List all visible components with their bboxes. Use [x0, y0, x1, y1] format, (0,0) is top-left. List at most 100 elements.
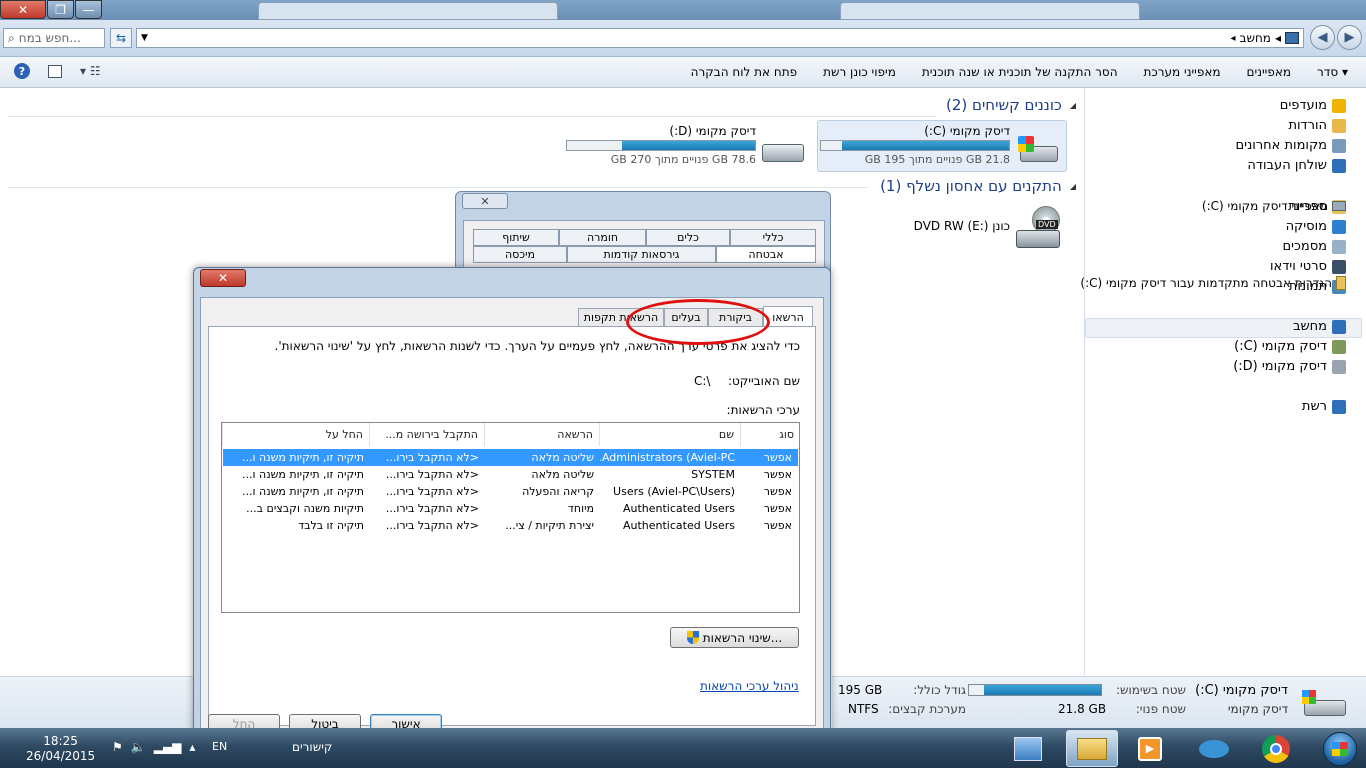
props-tab-tools[interactable]: כלים [646, 229, 730, 246]
window-title-bar [0, 0, 1366, 20]
search-icon: ⌕ [8, 30, 15, 45]
props-tab-general[interactable]: כללי [730, 229, 816, 246]
cmd-organize[interactable]: סדר ▾ [1317, 65, 1348, 79]
table-row[interactable]: אפשר Administrators (Aviel-PC... שליטה מלא… [223, 449, 798, 466]
taskbar-explorer[interactable] [1066, 730, 1118, 767]
group-hard-drives[interactable]: ◢ כוננים קשיחים (2) [946, 96, 1076, 114]
taskbar-fish-app[interactable] [1188, 730, 1240, 767]
props-tab-hardware[interactable]: חומרה [559, 229, 646, 246]
sidebar-item[interactable]: דיסק מקומי (D:) [1233, 359, 1346, 374]
language-indicator[interactable]: EN [212, 740, 227, 753]
view-options-icon[interactable]: ▾ ☷ [80, 64, 101, 78]
sidebar-item[interactable]: רשת [1302, 399, 1346, 414]
table-cell: שליטה מלאה [531, 468, 594, 481]
refresh-button[interactable]: ⇆ [110, 28, 132, 48]
manage-permissions-link[interactable]: ניהול ערכי הרשאות [700, 679, 799, 693]
details-usage-fill [983, 685, 1101, 695]
props-tab-sharing[interactable]: שיתוף [473, 229, 559, 246]
object-name-label: שם האובייקט: [727, 374, 800, 388]
help-icon[interactable]: ? [14, 63, 30, 79]
taskbar-control-panel[interactable] [1002, 730, 1054, 767]
change-permissions-button[interactable]: שינוי הרשאות... [670, 627, 799, 648]
sidebar-item[interactable]: מסמכים [1282, 239, 1346, 254]
maximize-window-button[interactable]: ❐ [47, 0, 74, 19]
background-tab [840, 2, 1140, 20]
table-row[interactable]: אפשר Users (Aviel-PC\Users) קריאה והפעלה <ל… [223, 483, 798, 500]
change-permissions-label: שינוי הרשאות... [702, 630, 783, 645]
permission-entries-list[interactable]: סוג שם הרשאה התקבל בירושה מ... החל על אפ… [221, 422, 800, 613]
clock[interactable]: 18:25 26/04/2015 [26, 734, 95, 764]
address-input[interactable]: ▼ ◂ מחשב ◂ [136, 28, 1304, 48]
table-cell: SYSTEM [691, 468, 735, 481]
sidebar-item-label: דיסק מקומי (C:) [1234, 339, 1327, 354]
table-cell: אפשר [763, 451, 792, 464]
table-row[interactable]: אפשר Authenticated Users יצירת תיקיות / צי… [223, 517, 798, 534]
cmd-system-properties[interactable]: מאפייני מערכת [1144, 65, 1221, 79]
props-tab-quota[interactable]: מיכסה [473, 246, 567, 263]
breadcrumb-arrow-icon[interactable]: ◂ [1275, 31, 1281, 45]
cmd-control-panel[interactable]: פתח את לוח הבקרה [691, 65, 797, 79]
links-toolbar[interactable]: קישורים [292, 740, 332, 754]
adv-title: הגדרות אבטחה מתקדמות עבור דיסק מקומי (C:… [1080, 276, 1346, 290]
details-fs-value: NTFS [848, 702, 879, 716]
group-divider [8, 116, 936, 117]
breadcrumb-chevron-icon[interactable]: ◂ [1231, 33, 1236, 44]
col-header-type[interactable]: סוג [740, 423, 800, 446]
dvd-drive-name[interactable]: כונן DVD RW (E:) [914, 219, 1010, 233]
back-button[interactable]: ▶ [1337, 25, 1362, 50]
start-button[interactable] [1314, 730, 1366, 767]
cmd-map-drive[interactable]: מיפוי כונן רשת [823, 65, 896, 79]
sidebar-item[interactable]: דיסק מקומי (C:) [1234, 339, 1346, 354]
group-removable[interactable]: ◢ התקנים עם אחסון נשלף (1) [880, 177, 1076, 195]
sidebar-item[interactable]: מחשב [1293, 319, 1346, 334]
taskbar-chrome[interactable] [1250, 730, 1302, 767]
sidebar-item[interactable]: מועדפים [1280, 98, 1346, 113]
dropdown-arrow-icon[interactable]: ▼ [141, 33, 148, 43]
sidebar-item[interactable]: סרטי וידאו [1270, 259, 1346, 274]
adv-tab-permissions[interactable]: הרשאו [763, 306, 813, 327]
forward-button[interactable]: ◀ [1310, 25, 1335, 50]
sidebar-item[interactable]: מקומות אחרונים [1236, 138, 1346, 153]
collapse-icon[interactable]: ◢ [1070, 101, 1076, 110]
close-icon: ✕ [480, 194, 490, 208]
props-close-button[interactable]: ✕ [462, 193, 508, 209]
col-header-apply-to[interactable]: החל על [222, 423, 369, 446]
col-header-name[interactable]: שם [599, 423, 740, 446]
sidebar-item[interactable]: שולחן העבודה [1247, 158, 1346, 173]
taskbar-media-player[interactable]: ▶ [1124, 730, 1176, 767]
search-input[interactable]: ⌕ חפש במח... [3, 28, 105, 48]
table-cell: Authenticated Users [622, 502, 735, 515]
table-row[interactable]: אפשר SYSTEM שליטה מלאה <לא התקבל בירו... תיק… [223, 466, 798, 483]
dvd-drive-icon: DVD [1016, 206, 1062, 250]
sidebar-item[interactable]: מוסיקה [1286, 219, 1346, 234]
drive-d[interactable]: דיסק מקומי (D:) 78.6 GB פנויים מתוך 270 … [566, 124, 756, 166]
tray-arrow-icon[interactable]: ▴ [189, 740, 195, 754]
col-header-permission[interactable]: הרשאה [484, 423, 599, 446]
adv-close-button[interactable]: ✕ [200, 269, 246, 287]
table-row[interactable]: אפשר Authenticated Users מיוחד <לא התקבל בי… [223, 500, 798, 517]
preview-pane-icon[interactable] [48, 64, 62, 78]
cmd-uninstall[interactable]: הסר התקנה של תוכנית או שנה תוכנית [922, 65, 1118, 79]
breadcrumb-computer[interactable]: מחשב [1240, 31, 1271, 45]
cmd-properties[interactable]: מאפיינים [1247, 65, 1291, 79]
sidebar-item[interactable]: הורדות [1288, 118, 1346, 133]
table-cell: תיקיות משנה וקבצים ב... [246, 502, 364, 515]
volume-icon[interactable]: 🔈 [131, 740, 146, 754]
props-tab-security[interactable]: אבטחה [716, 246, 816, 263]
sidebar-item-label: מוסיקה [1285, 219, 1327, 234]
table-cell: <לא התקבל בירו... [385, 468, 479, 481]
details-pane-left [0, 676, 193, 728]
sidebar-item-label: סרטי וידאו [1269, 259, 1327, 274]
collapse-icon[interactable]: ◢ [1070, 182, 1076, 191]
system-tray: ⚑ 🔈 ▂▄▆ ▴ [112, 740, 195, 754]
props-tab-previous-versions[interactable]: גירסאות קודמות [567, 246, 716, 263]
table-cell: <לא התקבל בירו... [385, 519, 479, 532]
minimize-window-button[interactable]: — [75, 0, 102, 19]
drive-c-name: דיסק מקומי (C:) [924, 124, 1010, 138]
table-cell: אפשר [763, 468, 792, 481]
props-title: מאפייני דיסק מקומי (C:) [1202, 199, 1346, 213]
network-signal-icon[interactable]: ▂▄▆ [154, 740, 182, 754]
action-center-icon[interactable]: ⚑ [112, 740, 123, 754]
col-header-inherited[interactable]: התקבל בירושה מ... [369, 423, 484, 446]
close-window-button[interactable]: ✕ [0, 0, 46, 19]
